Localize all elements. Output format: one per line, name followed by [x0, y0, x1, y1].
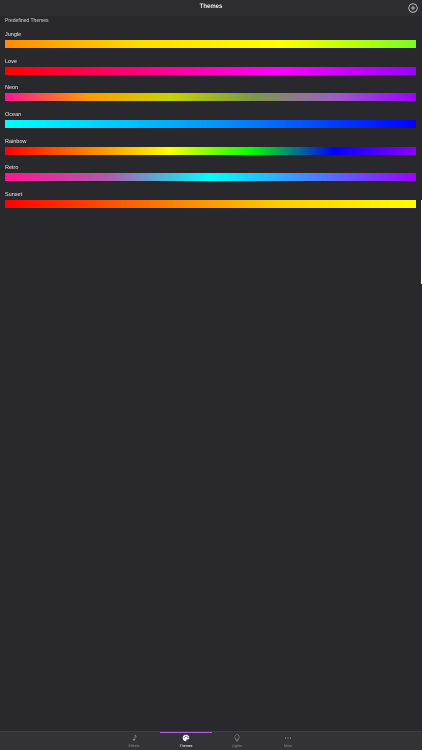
tab-more[interactable]: More [262, 732, 314, 750]
theme-row-retro[interactable]: Retro [0, 163, 422, 190]
more-dots-icon [284, 734, 292, 742]
theme-row-neon[interactable]: Neon [0, 83, 422, 110]
page-title: Themes [199, 4, 223, 10]
section-title: Predefined Themes [5, 18, 49, 24]
theme-row-jungle[interactable]: Jungle [0, 30, 422, 57]
theme-label: Sunset [5, 192, 23, 199]
music-note-icon [130, 734, 138, 742]
theme-row-sunset[interactable]: Sunset [0, 190, 422, 217]
tab-label: More [283, 744, 293, 748]
app-window: Themes Predefined Themes Jungle Love Neo… [0, 0, 422, 750]
theme-gradient-bar [5, 120, 416, 129]
theme-label: Rainbow [5, 138, 27, 145]
theme-row-ocean[interactable]: Ocean [0, 110, 422, 137]
theme-gradient-bar [5, 40, 416, 48]
theme-gradient-bar [5, 173, 416, 182]
theme-label: Ocean [5, 112, 22, 119]
tab-bar: Effects Themes Lights More [0, 731, 422, 750]
palette-icon [182, 734, 190, 742]
active-tab-indicator [160, 732, 212, 733]
theme-label: Love [5, 58, 17, 65]
themes-list: Jungle Love Neon Ocean Rainbow Retro Sun… [0, 30, 422, 217]
navigation-bar: Themes [0, 0, 422, 16]
tab-label: Lights [232, 744, 242, 748]
tab-label: Themes [179, 744, 193, 748]
theme-row-love[interactable]: Love [0, 57, 422, 84]
tab-themes[interactable]: Themes [160, 732, 212, 750]
theme-label: Retro [5, 165, 19, 172]
tab-label: Effects [128, 744, 140, 748]
plus-circle-icon [408, 3, 418, 13]
add-theme-button[interactable] [408, 3, 418, 13]
theme-gradient-bar [5, 200, 416, 209]
theme-gradient-bar [5, 93, 416, 102]
theme-gradient-bar [5, 146, 416, 155]
theme-label: Neon [5, 85, 19, 92]
theme-gradient-bar [5, 66, 416, 75]
theme-row-rainbow[interactable]: Rainbow [0, 137, 422, 164]
lightbulb-icon [233, 734, 241, 742]
tab-effects[interactable]: Effects [108, 732, 160, 750]
theme-label: Jungle [5, 32, 22, 38]
tab-lights[interactable]: Lights [211, 732, 263, 750]
